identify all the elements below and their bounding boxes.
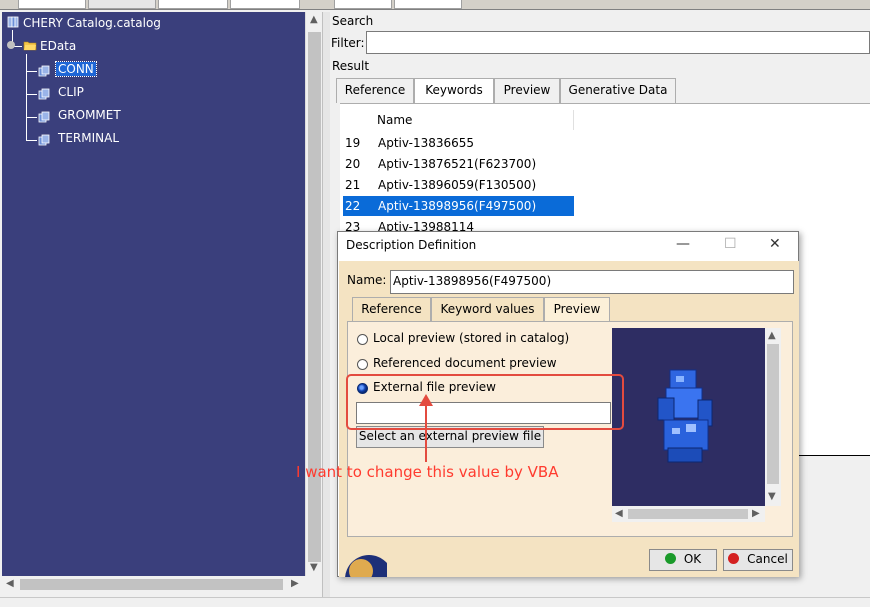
tree-chapter-label[interactable]: EData (40, 38, 76, 54)
tree-item-conn[interactable]: CONN (55, 61, 97, 77)
filter-input[interactable] (366, 31, 870, 54)
radio-local-preview-label[interactable]: Local preview (stored in catalog) (373, 331, 569, 345)
scroll-right-icon[interactable]: ▶ (752, 508, 760, 519)
cancel-icon (728, 553, 740, 564)
dialog-title: Description Definition (346, 238, 477, 252)
bottom-strip (0, 597, 870, 607)
name-field[interactable]: Aptiv-13898956(F497500) (390, 270, 794, 294)
annotation-text: I want to change this value by VBA (296, 463, 559, 481)
tree-vertical-scrollbar[interactable]: ▲ ▼ (305, 12, 322, 576)
radio-referenced-document-label[interactable]: Referenced document preview (373, 356, 557, 370)
ok-button[interactable]: OK (649, 549, 717, 571)
preview-horizontal-scrollbar[interactable]: ◀ ▶ (612, 506, 765, 522)
tree-horizontal-scrollbar[interactable]: ◀ ▶ (2, 576, 305, 593)
cancel-button-label: Cancel (747, 552, 788, 566)
scroll-down-icon[interactable]: ▼ (768, 491, 776, 502)
top-toolbar-strip (0, 0, 870, 10)
annotation-highlight-box (346, 374, 624, 430)
family-icon (38, 88, 50, 100)
scroll-right-icon[interactable]: ▶ (291, 578, 299, 589)
close-icon[interactable]: ✕ (769, 236, 781, 252)
annotation-arrow-icon (419, 394, 433, 462)
radio-referenced-document[interactable] (357, 359, 368, 370)
toolbar-slot (334, 0, 392, 9)
cancel-button[interactable]: Cancel (723, 549, 793, 571)
tree-connector (26, 54, 27, 140)
scroll-thumb[interactable] (20, 579, 283, 590)
result-label: Result (332, 59, 370, 73)
scroll-thumb[interactable] (308, 32, 321, 562)
tab-preview[interactable]: Preview (494, 78, 560, 103)
result-tabs: Reference Keywords Preview Generative Da… (336, 78, 676, 103)
tree-item-clip[interactable]: CLIP (58, 84, 84, 100)
toolbar-slot (394, 0, 462, 9)
splitter[interactable] (322, 12, 330, 607)
maximize-icon: ☐ (724, 236, 737, 252)
name-label: Name: (347, 273, 387, 287)
tree-connector (26, 140, 37, 141)
catalog-tree: CHERY Catalog.catalog EData CONN CLIP GR… (2, 12, 305, 576)
catalog-book-icon (7, 16, 19, 28)
scroll-up-icon[interactable]: ▲ (768, 330, 776, 341)
tab-reference[interactable]: Reference (336, 78, 414, 103)
family-icon (38, 65, 50, 77)
preview-vertical-scrollbar[interactable]: ▲ ▼ (765, 328, 781, 506)
family-icon (38, 111, 50, 123)
lower-frame (798, 455, 870, 607)
ok-button-label: OK (683, 552, 702, 566)
tab-keywords[interactable]: Keywords (414, 78, 494, 103)
scroll-thumb[interactable] (628, 509, 748, 519)
tree-connector (26, 71, 37, 72)
tree-item-terminal[interactable]: TERMINAL (58, 130, 119, 146)
dialog-tab-preview[interactable]: Preview (544, 297, 610, 322)
connector-3d-preview-icon (657, 369, 713, 463)
collapse-toggle-icon[interactable] (6, 40, 16, 50)
ok-icon (664, 553, 676, 564)
tree-connector (26, 94, 37, 95)
tree-item-conn-label[interactable]: CONN (55, 61, 97, 77)
scroll-left-icon[interactable]: ◀ (615, 508, 623, 519)
toolbar-slot (158, 0, 228, 9)
catia-logo-icon (345, 555, 387, 577)
toolbar-slot (230, 0, 300, 9)
row-name[interactable]: Aptiv-13898956(F497500) (378, 196, 536, 216)
dialog-tab-reference[interactable]: Reference (352, 297, 431, 322)
scroll-up-icon[interactable]: ▲ (310, 14, 318, 25)
row-index: 21 (345, 178, 361, 192)
row-name[interactable]: Aptiv-13836655 (378, 133, 474, 153)
minimize-icon[interactable]: — (676, 236, 690, 252)
preview-image (612, 328, 765, 506)
tree-root-label[interactable]: CHERY Catalog.catalog (23, 15, 161, 31)
row-index: 19 (345, 136, 361, 150)
dialog-tab-keyword-values[interactable]: Keyword values (431, 297, 544, 322)
filter-label: Filter: (331, 36, 365, 50)
column-header-name[interactable]: Name (377, 110, 574, 130)
scroll-thumb[interactable] (767, 344, 779, 484)
tree-item-grommet[interactable]: GROMMET (58, 107, 121, 123)
folder-open-icon (23, 41, 37, 51)
family-icon (38, 134, 50, 146)
toolbar-slot (88, 0, 156, 9)
scroll-left-icon[interactable]: ◀ (6, 578, 14, 589)
row-index: 20 (345, 157, 361, 171)
tab-generative-data[interactable]: Generative Data (560, 78, 676, 103)
row-index: 22 (345, 199, 361, 213)
row-name[interactable]: Aptiv-13896059(F130500) (378, 175, 536, 195)
tree-connector (26, 117, 37, 118)
scroll-down-icon[interactable]: ▼ (310, 562, 318, 573)
search-label: Search (332, 14, 374, 28)
toolbar-slot (18, 0, 86, 9)
radio-local-preview[interactable] (357, 334, 368, 345)
row-name[interactable]: Aptiv-13876521(F623700) (378, 154, 536, 174)
